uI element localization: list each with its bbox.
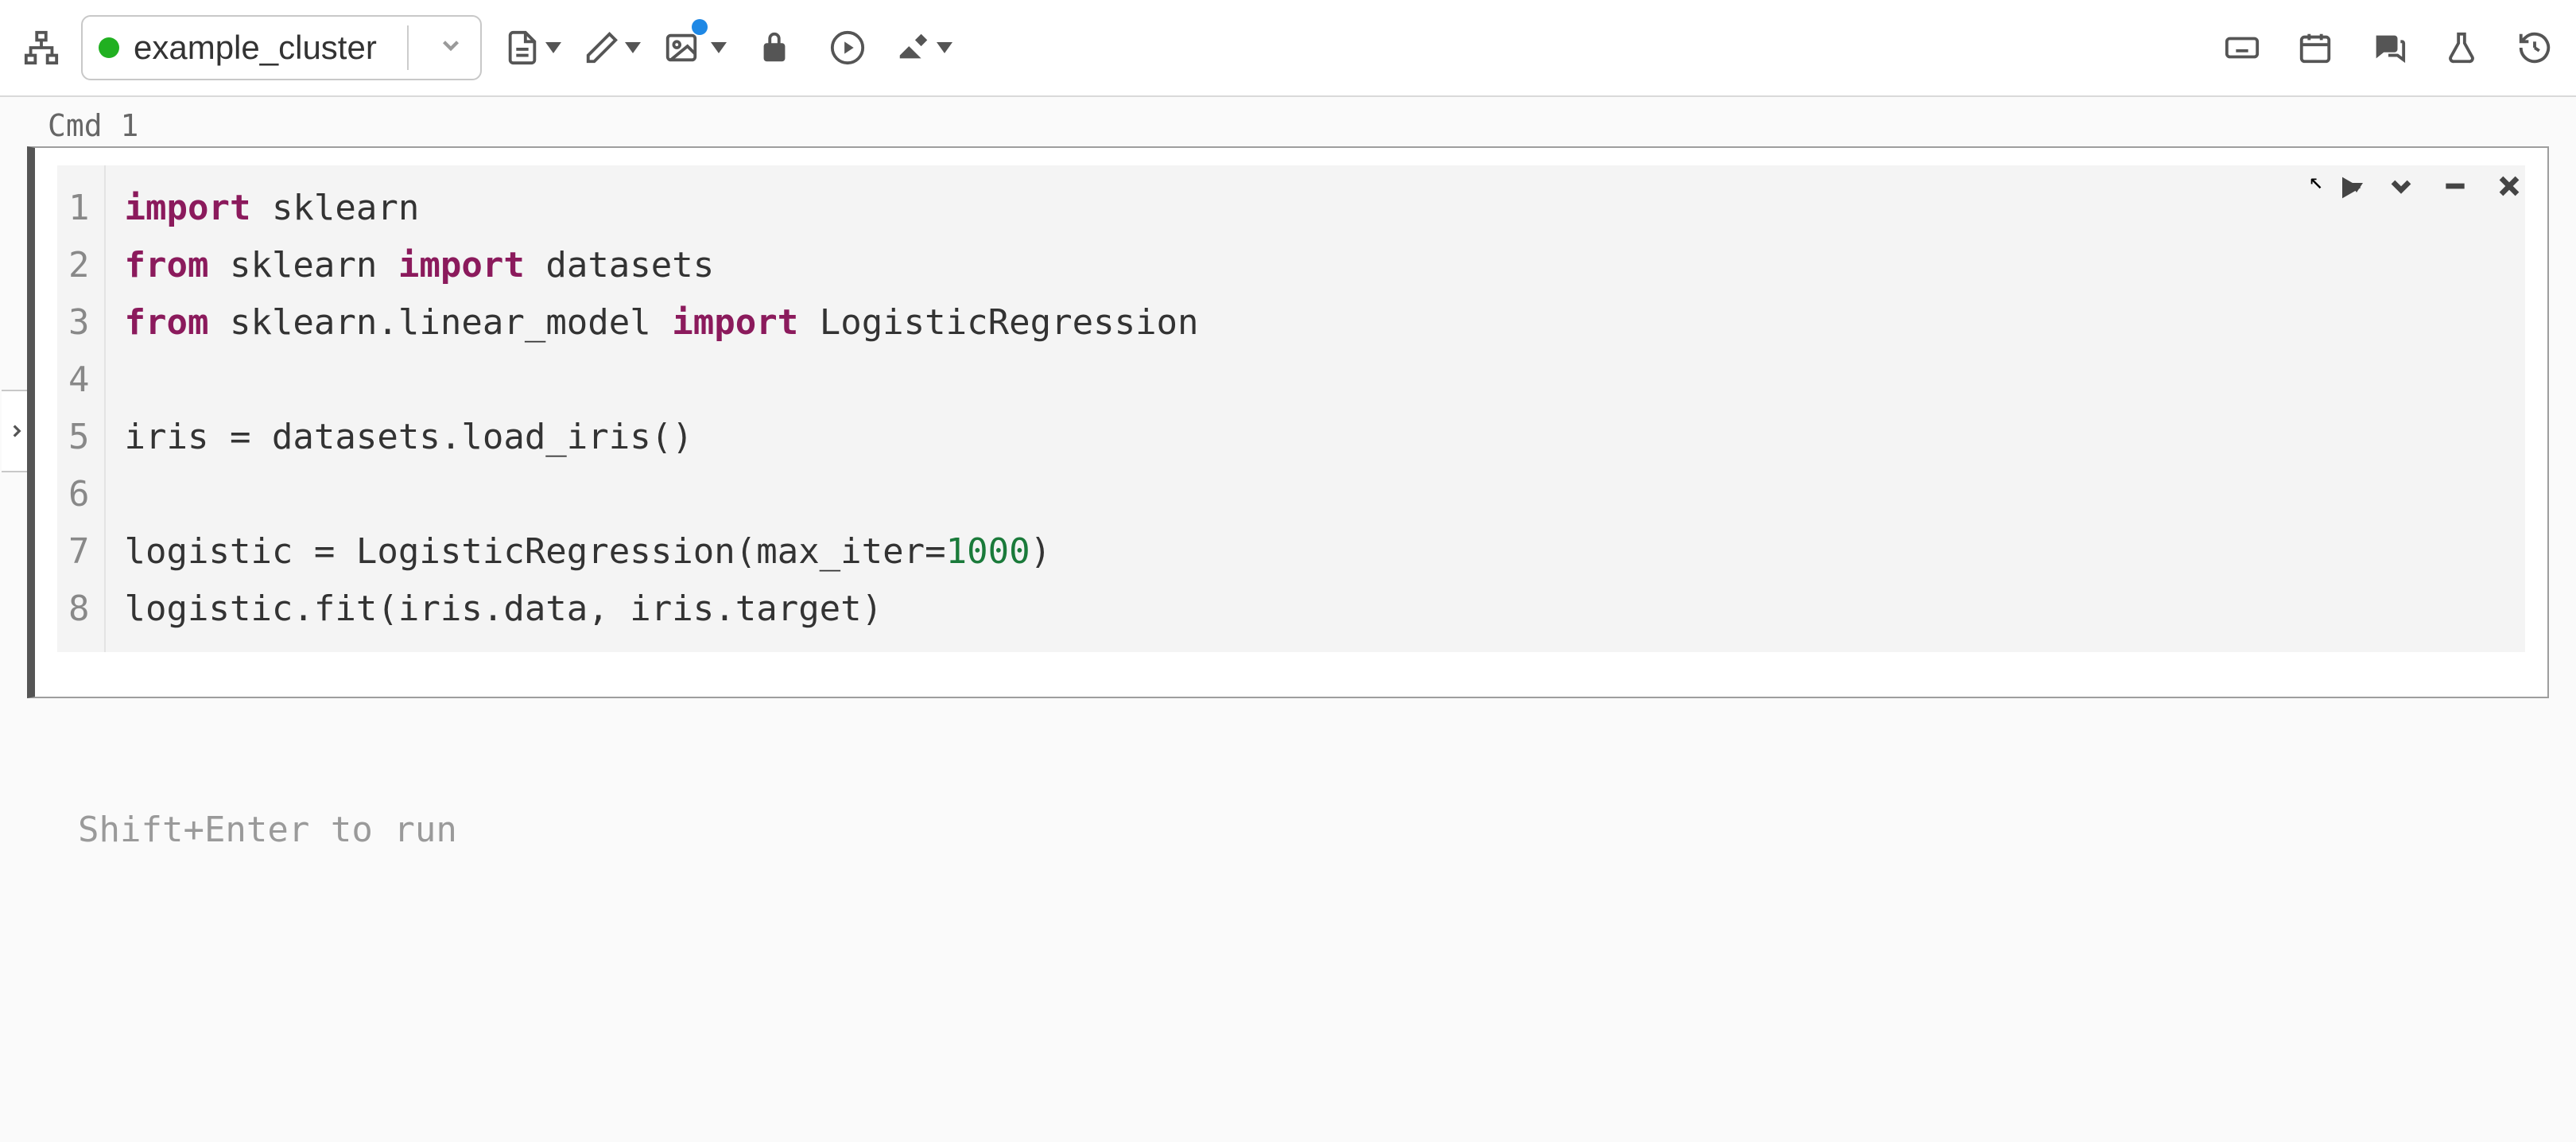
code-cell[interactable]: 12345678 import sklearnfrom sklearn impo… [27,146,2549,698]
schedule-button[interactable] [2290,17,2341,79]
cluster-selector[interactable]: example_cluster [81,15,482,80]
run-cell-button[interactable] [2334,172,2363,204]
notebook-toolbar: example_cluster [0,0,2576,97]
move-cell-down-button[interactable] [2385,170,2417,205]
run-hint: Shift+Enter to run [78,810,2576,850]
notification-dot-icon [692,19,708,35]
minimize-cell-button[interactable] [2439,170,2471,205]
run-all-button[interactable] [822,17,873,79]
caret-down-icon [2350,183,2363,192]
comments-button[interactable] [2363,17,2414,79]
clear-menu-button[interactable] [895,17,952,79]
cluster-status-dot [99,37,119,58]
cluster-name: example_cluster [134,29,377,67]
file-menu-button[interactable] [504,17,561,79]
image-menu-button[interactable] [663,17,727,79]
revision-history-button[interactable] [2509,17,2560,79]
edit-menu-button[interactable] [584,17,641,79]
permissions-button[interactable] [749,17,800,79]
experiments-button[interactable] [2436,17,2487,79]
workspace-tree-button[interactable] [16,17,67,79]
caret-down-icon [937,42,952,53]
chevron-down-icon[interactable] [426,29,475,67]
delete-cell-button[interactable] [2493,170,2525,205]
cell-label: Cmd 1 [48,108,2576,143]
divider [407,25,409,70]
line-number-gutter: 12345678 [57,165,106,652]
caret-down-icon [545,42,561,53]
code-content[interactable]: import sklearnfrom sklearn import datase… [106,165,1218,652]
caret-down-icon [625,42,641,53]
keyboard-shortcuts-button[interactable] [2217,17,2268,79]
cell-controls [2334,170,2525,205]
caret-down-icon [711,42,727,53]
code-editor[interactable]: 12345678 import sklearnfrom sklearn impo… [57,165,2525,652]
